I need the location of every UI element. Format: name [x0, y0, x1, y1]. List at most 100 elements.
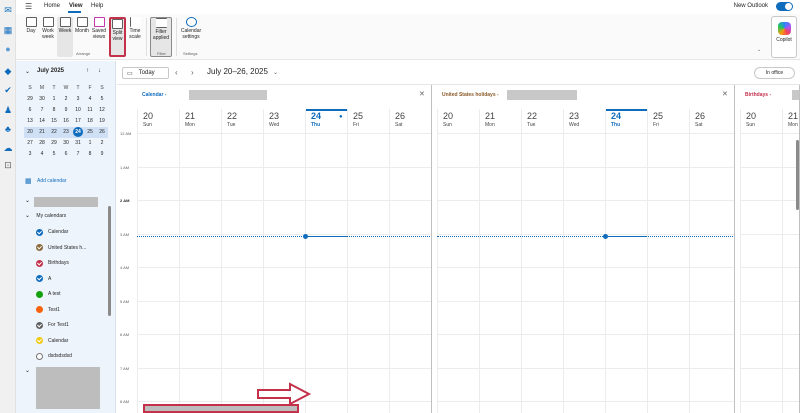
tab-help[interactable]: Help: [91, 3, 103, 9]
calendar-color-checkbox[interactable]: [36, 244, 43, 251]
calendar-color-checkbox[interactable]: [36, 228, 43, 236]
mini-day-cell[interactable]: 8: [84, 149, 96, 160]
people-icon[interactable]: ●: [3, 44, 13, 54]
tab-home[interactable]: Home: [44, 3, 60, 9]
calendar-item[interactable]: dsdsdsdsd: [36, 351, 72, 361]
apps-icon[interactable]: ⊡: [3, 160, 13, 170]
mini-day-cell[interactable]: 4: [36, 149, 48, 160]
bookings-icon[interactable]: ◆: [3, 66, 13, 76]
mini-day-cell[interactable]: 30: [36, 94, 48, 105]
close-pane-icon[interactable]: ✕: [722, 90, 728, 98]
calendar-color-checkbox[interactable]: [36, 321, 43, 329]
mini-day-cell[interactable]: 14: [36, 116, 48, 127]
mini-day-cell[interactable]: 21: [36, 127, 48, 138]
mini-day-cell[interactable]: 8: [48, 105, 60, 116]
calendar-item[interactable]: Calendar: [36, 227, 68, 237]
previous-week-icon[interactable]: ‹: [175, 68, 178, 77]
calendar-color-checkbox[interactable]: [36, 337, 43, 344]
saved-views-button[interactable]: Saved views: [91, 17, 107, 57]
calendar-item[interactable]: Test1: [36, 305, 60, 315]
calendar-icon[interactable]: ▦: [3, 25, 13, 35]
date-range-label[interactable]: July 20–26, 2025: [207, 67, 268, 76]
mini-day-cell[interactable]: 30: [60, 138, 72, 149]
hamburger-icon[interactable]: ☰: [25, 2, 32, 11]
org-icon[interactable]: ♣: [3, 124, 13, 134]
mini-day-cell[interactable]: 6: [24, 105, 36, 116]
calendar-color-checkbox[interactable]: [36, 290, 43, 298]
mini-week-row[interactable]: 3 4 5 6 7 8 9: [24, 149, 108, 160]
day-column[interactable]: 23 Wed: [263, 109, 305, 413]
day-column[interactable]: 20 Sun: [740, 109, 782, 413]
mini-day-cell[interactable]: 22: [48, 127, 60, 138]
calendar-item[interactable]: Birthdays: [36, 258, 69, 268]
prev-month-icon[interactable]: ↑: [86, 68, 89, 74]
sidebar-scrollbar[interactable]: [108, 206, 111, 316]
mini-day-cell[interactable]: 4: [84, 94, 96, 105]
day-column[interactable]: 20 Sun: [137, 109, 179, 413]
day-column[interactable]: 25 Fri: [347, 109, 389, 413]
mini-day-cell[interactable]: 31: [72, 138, 84, 149]
day-column[interactable]: 20 Sun: [437, 109, 479, 413]
add-calendar-link[interactable]: Add calendar: [37, 178, 66, 184]
mini-day-cell[interactable]: 7: [72, 149, 84, 160]
calendar-color-checkbox[interactable]: [36, 259, 43, 267]
calendar-item[interactable]: United States h...: [36, 243, 86, 253]
mini-day-cell[interactable]: 2: [96, 138, 108, 149]
mini-week-row[interactable]: 6 7 8 9 10 11 12: [24, 105, 108, 116]
mini-day-cell[interactable]: 3: [24, 149, 36, 160]
calendar-color-checkbox[interactable]: [36, 275, 43, 282]
work-week-button[interactable]: Work week: [40, 17, 56, 57]
week-view-button[interactable]: Week: [57, 17, 73, 57]
time-scale-button[interactable]: Time scale: [128, 17, 142, 57]
day-column[interactable]: 21 Mon: [479, 109, 521, 413]
mini-day-cell[interactable]: 11: [84, 105, 96, 116]
mini-week-row[interactable]: 13 14 15 16 17 18 19: [24, 116, 108, 127]
mini-day-cell[interactable]: 9: [60, 105, 72, 116]
copilot-button[interactable]: Copilot: [771, 16, 797, 58]
close-pane-icon[interactable]: ✕: [419, 90, 425, 98]
mini-day-cell[interactable]: 1: [48, 94, 60, 105]
calendar-color-checkbox[interactable]: [36, 306, 43, 313]
mini-day-cell[interactable]: 7: [36, 105, 48, 116]
mini-week-row[interactable]: 29 30 1 2 3 4 5: [24, 94, 108, 105]
mini-week-row[interactable]: 27 28 29 30 31 1 2: [24, 138, 108, 149]
in-office-button[interactable]: In office: [754, 67, 795, 79]
main-scrollbar[interactable]: [796, 140, 799, 210]
day-column[interactable]: 23 Wed: [563, 109, 605, 413]
mini-day-cell[interactable]: 13: [24, 116, 36, 127]
tab-view[interactable]: View: [69, 3, 83, 9]
mini-day-cell[interactable]: 26: [96, 127, 108, 138]
mini-day-cell[interactable]: 5: [96, 94, 108, 105]
mini-day-cell[interactable]: 10: [72, 105, 84, 116]
mini-day-cell[interactable]: 16: [60, 116, 72, 127]
my-calendars-header[interactable]: ⌄ My calendars: [25, 212, 66, 219]
mini-day-cell[interactable]: 24: [72, 127, 84, 138]
collapse-icon[interactable]: ⌄: [25, 68, 30, 75]
mini-day-cell[interactable]: 28: [36, 138, 48, 149]
mini-day-cell[interactable]: 25: [84, 127, 96, 138]
day-view-button[interactable]: Day: [24, 17, 38, 57]
day-column[interactable]: 24 Thu ●: [305, 109, 348, 413]
day-column[interactable]: 22 Tue: [521, 109, 563, 413]
new-outlook-toggle[interactable]: [776, 2, 793, 11]
onedrive-icon[interactable]: ☁: [3, 143, 13, 153]
next-week-icon[interactable]: ›: [191, 68, 194, 77]
calendar-color-checkbox[interactable]: [36, 352, 43, 360]
day-column[interactable]: 22 Tue: [221, 109, 263, 413]
mini-day-cell[interactable]: 3: [72, 94, 84, 105]
mini-day-cell[interactable]: 19: [96, 116, 108, 127]
mini-week-row[interactable]: 20 21 22 23 24 25 26: [24, 127, 108, 138]
mini-day-cell[interactable]: 20: [24, 127, 36, 138]
day-column[interactable]: 26 Sat: [689, 109, 731, 413]
day-column[interactable]: 21 Mon: [179, 109, 221, 413]
day-column[interactable]: 24 Thu: [605, 109, 648, 413]
mini-day-cell[interactable]: 29: [24, 94, 36, 105]
calendar-item[interactable]: For Test1: [36, 320, 69, 330]
calendar-item[interactable]: A: [36, 274, 51, 284]
day-column[interactable]: 26 Sat: [389, 109, 431, 413]
mini-day-cell[interactable]: 23: [60, 127, 72, 138]
mini-day-cell[interactable]: 6: [60, 149, 72, 160]
mini-day-cell[interactable]: 12: [96, 105, 108, 116]
chevron-down-icon[interactable]: ⌄: [273, 69, 278, 76]
split-view-button[interactable]: Split view: [109, 17, 126, 57]
